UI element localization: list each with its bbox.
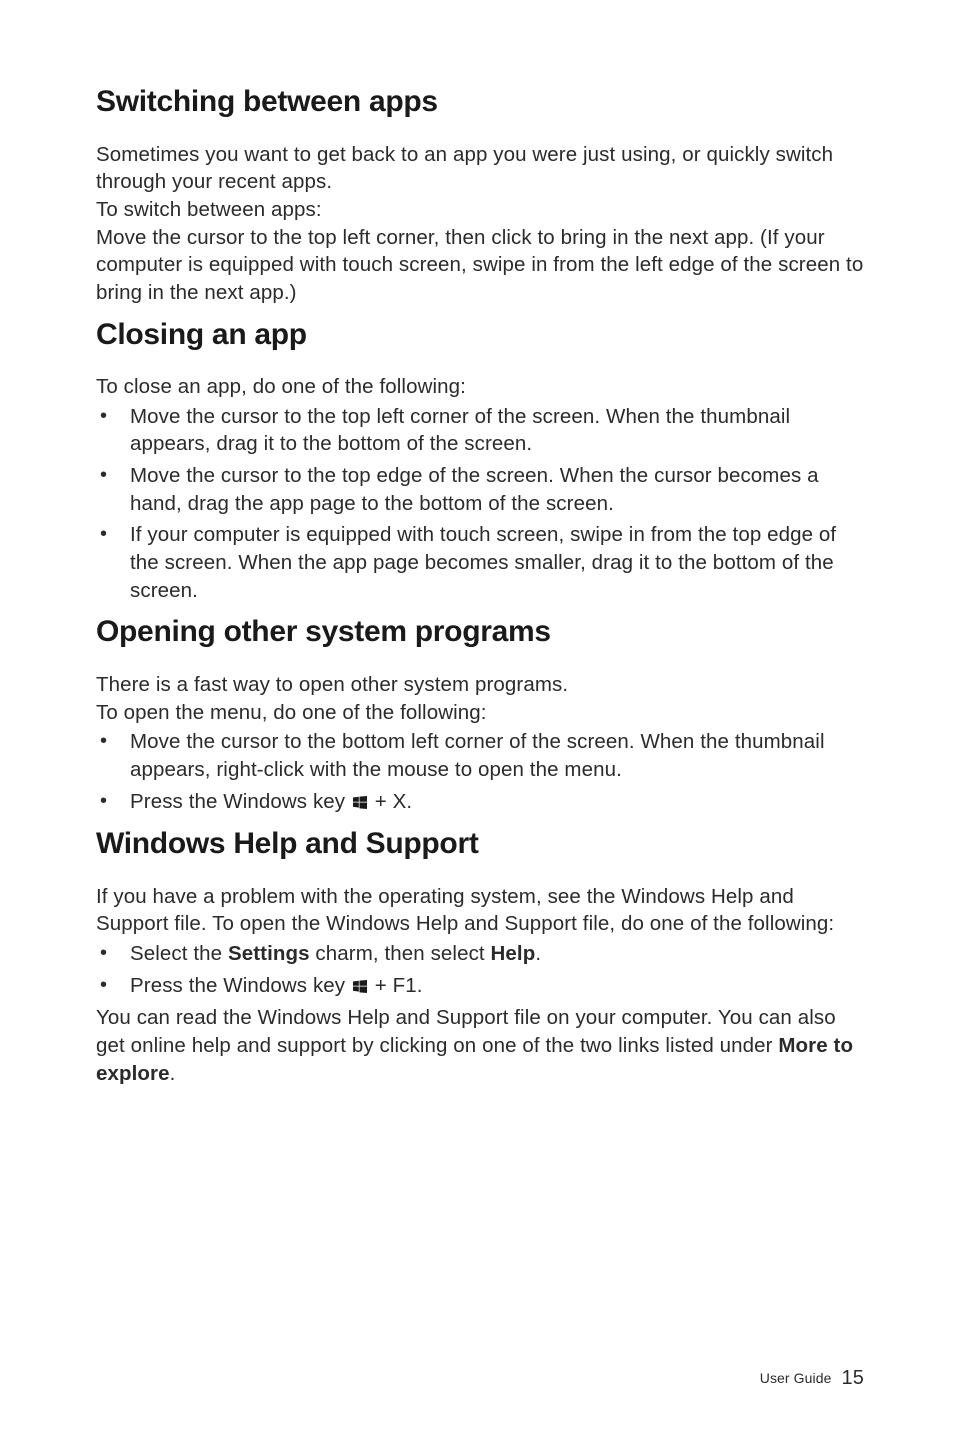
paragraph: To switch between apps:: [96, 196, 864, 224]
text: Select the: [130, 942, 228, 965]
paragraph: Move the cursor to the top left corner, …: [96, 224, 864, 307]
heading-closing-app: Closing an app: [96, 315, 864, 356]
heading-opening-programs: Opening other system programs: [96, 612, 864, 653]
settings-charm-label: Settings: [228, 942, 310, 965]
list-item: Move the cursor to the top edge of the s…: [96, 462, 864, 517]
list-item: Press the Windows key + F1.: [96, 972, 864, 1001]
text: charm, then select: [310, 942, 491, 965]
list-opening-programs: Move the cursor to the bottom left corne…: [96, 728, 864, 816]
text: .: [170, 1062, 176, 1085]
list-item: Move the cursor to the bottom left corne…: [96, 728, 864, 783]
section-closing-app: Closing an app To close an app, do one o…: [96, 315, 864, 605]
list-item: Move the cursor to the top left corner o…: [96, 403, 864, 458]
paragraph: There is a fast way to open other system…: [96, 671, 864, 699]
paragraph: If you have a problem with the operating…: [96, 883, 864, 938]
help-option-label: Help: [491, 942, 536, 965]
paragraph: You can read the Windows Help and Suppor…: [96, 1004, 864, 1087]
paragraph: To open the menu, do one of the followin…: [96, 699, 864, 727]
page-footer: User Guide 15: [760, 1365, 864, 1392]
list-item: If your computer is equipped with touch …: [96, 521, 864, 604]
text: Press the Windows key: [130, 974, 351, 997]
text: .: [535, 942, 541, 965]
text: + X.: [369, 790, 412, 813]
paragraph: To close an app, do one of the following…: [96, 373, 864, 401]
footer-label: User Guide: [760, 1370, 832, 1386]
list-help-support: Select the Settings charm, then select H…: [96, 940, 864, 1000]
heading-help-support: Windows Help and Support: [96, 824, 864, 865]
windows-key-icon: [353, 789, 367, 817]
section-switching-apps: Switching between apps Sometimes you wan…: [96, 82, 864, 307]
list-item: Select the Settings charm, then select H…: [96, 940, 864, 968]
section-opening-programs: Opening other system programs There is a…: [96, 612, 864, 816]
page-number: 15: [842, 1367, 864, 1389]
text: You can read the Windows Help and Suppor…: [96, 1006, 836, 1057]
section-help-support: Windows Help and Support If you have a p…: [96, 824, 864, 1087]
paragraph: Sometimes you want to get back to an app…: [96, 141, 864, 196]
list-item: Press the Windows key + X.: [96, 788, 864, 817]
text: + F1.: [369, 974, 423, 997]
heading-switching-apps: Switching between apps: [96, 82, 864, 123]
list-closing-app: Move the cursor to the top left corner o…: [96, 403, 864, 605]
text: Press the Windows key: [130, 790, 351, 813]
windows-key-icon: [353, 973, 367, 1001]
